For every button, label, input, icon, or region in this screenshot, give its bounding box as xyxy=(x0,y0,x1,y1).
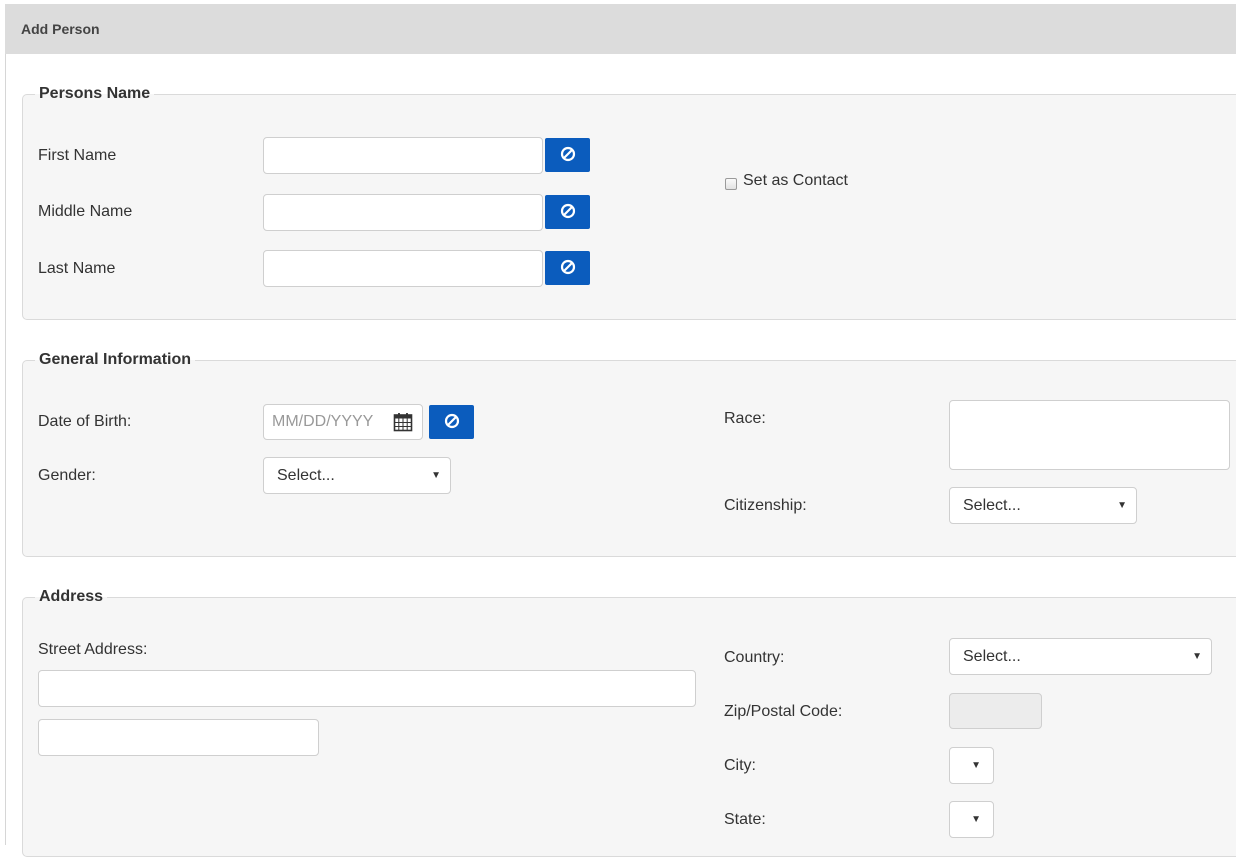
persons-name-section: Persons Name First Name Middle Name Last… xyxy=(22,84,1236,320)
set-as-contact-checkbox[interactable] xyxy=(725,178,737,190)
dob-placeholder: MM/DD/YYYY xyxy=(272,413,374,430)
ban-icon xyxy=(444,413,460,432)
clear-first-name-button[interactable] xyxy=(545,138,590,172)
address-section: Address Street Address: Country: Select.… xyxy=(22,587,1236,857)
zip-label: Zip/Postal Code: xyxy=(724,703,843,720)
general-information-section: General Information Date of Birth: MM/DD… xyxy=(22,350,1236,557)
street-address-line1-input[interactable] xyxy=(38,670,696,707)
citizenship-label: Citizenship: xyxy=(724,497,807,514)
dob-input[interactable]: MM/DD/YYYY xyxy=(263,404,423,440)
gender-label: Gender: xyxy=(38,467,96,484)
calendar-icon[interactable] xyxy=(393,412,413,437)
first-name-input[interactable] xyxy=(263,137,543,174)
gender-selected-value: Select... xyxy=(277,467,335,484)
citizenship-select[interactable]: Select... ▼ xyxy=(949,487,1137,524)
middle-name-input[interactable] xyxy=(263,194,543,231)
country-selected-value: Select... xyxy=(963,648,1021,665)
race-label: Race: xyxy=(724,410,766,427)
persons-name-legend: Persons Name xyxy=(35,84,155,104)
zip-input[interactable] xyxy=(949,693,1042,729)
country-select[interactable]: Select... ▼ xyxy=(949,638,1212,675)
page-title: Add Person xyxy=(21,21,100,37)
caret-down-icon: ▼ xyxy=(1117,500,1127,511)
general-information-legend: General Information xyxy=(35,350,196,370)
address-legend: Address xyxy=(35,587,108,607)
ban-icon xyxy=(560,259,576,278)
gender-select[interactable]: Select... ▼ xyxy=(263,457,451,494)
citizenship-selected-value: Select... xyxy=(963,497,1021,514)
clear-dob-button[interactable] xyxy=(429,405,474,439)
city-select[interactable]: ▼ xyxy=(949,747,994,784)
ban-icon xyxy=(560,203,576,222)
caret-down-icon: ▼ xyxy=(971,760,981,771)
clear-last-name-button[interactable] xyxy=(545,251,590,285)
dob-label: Date of Birth: xyxy=(38,413,132,430)
set-as-contact-label[interactable]: Set as Contact xyxy=(743,172,848,190)
first-name-label: First Name xyxy=(38,147,117,164)
page-left-border xyxy=(5,54,6,845)
caret-down-icon: ▼ xyxy=(1192,651,1202,662)
clear-middle-name-button[interactable] xyxy=(545,195,590,229)
caret-down-icon: ▼ xyxy=(971,814,981,825)
street-address-label: Street Address: xyxy=(38,641,148,658)
race-input[interactable] xyxy=(949,400,1230,470)
last-name-input[interactable] xyxy=(263,250,543,287)
country-label: Country: xyxy=(724,649,785,666)
street-address-line2-input[interactable] xyxy=(38,719,319,756)
city-label: City: xyxy=(724,757,756,774)
add-person-page: Add Person Persons Name First Name Middl… xyxy=(0,0,1236,857)
panel-header: Add Person xyxy=(5,4,1236,54)
caret-down-icon: ▼ xyxy=(431,470,441,481)
state-label: State: xyxy=(724,811,766,828)
middle-name-label: Middle Name xyxy=(38,203,133,220)
last-name-label: Last Name xyxy=(38,260,116,277)
ban-icon xyxy=(560,146,576,165)
state-select[interactable]: ▼ xyxy=(949,801,994,838)
